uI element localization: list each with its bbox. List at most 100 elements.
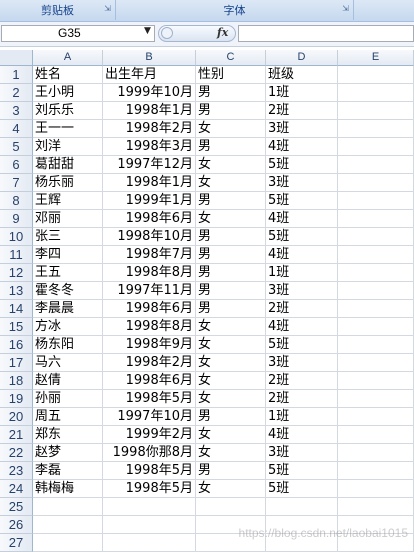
cell-a27[interactable] [33,534,103,552]
cell-d10[interactable]: 5班 [266,228,338,246]
cell-e8[interactable] [338,192,414,210]
cell-e23[interactable] [338,462,414,480]
cell-d14[interactable]: 2班 [266,300,338,318]
cell-d20[interactable]: 1班 [266,408,338,426]
cell-b21[interactable]: 1999年2月 [103,426,196,444]
column-header-c[interactable]: C [196,50,266,66]
cell-e9[interactable] [338,210,414,228]
cell-b23[interactable]: 1998年5月 [103,462,196,480]
cell-c8[interactable]: 男 [196,192,266,210]
cell-d11[interactable]: 4班 [266,246,338,264]
cell-b3[interactable]: 1998年1月 [103,102,196,120]
cell-c20[interactable]: 男 [196,408,266,426]
cell-a26[interactable] [33,516,103,534]
cell-e22[interactable] [338,444,414,462]
cell-e4[interactable] [338,120,414,138]
cell-e25[interactable] [338,498,414,516]
cell-b2[interactable]: 1999年10月 [103,84,196,102]
cell-c6[interactable]: 女 [196,156,266,174]
cell-b22[interactable]: 1998你那8月 [103,444,196,462]
cell-e6[interactable] [338,156,414,174]
cell-e1[interactable] [338,66,414,84]
cell-c2[interactable]: 男 [196,84,266,102]
cell-e13[interactable] [338,282,414,300]
row-header[interactable]: 11 [0,246,33,264]
cell-a22[interactable]: 赵梦 [33,444,103,462]
cell-d25[interactable] [266,498,338,516]
cell-c21[interactable]: 女 [196,426,266,444]
cell-a17[interactable]: 马六 [33,354,103,372]
row-header[interactable]: 13 [0,282,33,300]
row-header[interactable]: 16 [0,336,33,354]
cell-b4[interactable]: 1998年2月 [103,120,196,138]
cell-a21[interactable]: 郑东 [33,426,103,444]
cell-e20[interactable] [338,408,414,426]
cell-e15[interactable] [338,318,414,336]
cell-e5[interactable] [338,138,414,156]
column-header-b[interactable]: B [103,50,196,66]
cell-c25[interactable] [196,498,266,516]
cell-c19[interactable]: 女 [196,390,266,408]
cell-d22[interactable]: 3班 [266,444,338,462]
cell-c15[interactable]: 女 [196,318,266,336]
cell-c11[interactable]: 男 [196,246,266,264]
cell-a10[interactable]: 张三 [33,228,103,246]
row-header[interactable]: 8 [0,192,33,210]
cell-d5[interactable]: 4班 [266,138,338,156]
cell-c16[interactable]: 女 [196,336,266,354]
cell-c9[interactable]: 女 [196,210,266,228]
cell-d18[interactable]: 2班 [266,372,338,390]
cell-c4[interactable]: 女 [196,120,266,138]
cell-b20[interactable]: 1997年10月 [103,408,196,426]
cell-e19[interactable] [338,390,414,408]
row-header[interactable]: 4 [0,120,33,138]
row-header[interactable]: 6 [0,156,33,174]
cell-c13[interactable]: 男 [196,282,266,300]
row-header[interactable]: 20 [0,408,33,426]
cell-a18[interactable]: 赵倩 [33,372,103,390]
cell-b8[interactable]: 1999年1月 [103,192,196,210]
cell-d24[interactable]: 5班 [266,480,338,498]
cell-c12[interactable]: 男 [196,264,266,282]
select-all-corner[interactable] [0,50,33,66]
cell-d3[interactable]: 2班 [266,102,338,120]
cell-b1[interactable]: 出生年月 [103,66,196,84]
column-header-d[interactable]: D [266,50,338,66]
row-header[interactable]: 25 [0,498,33,516]
cell-a20[interactable]: 周五 [33,408,103,426]
cell-a7[interactable]: 杨乐丽 [33,174,103,192]
cell-c5[interactable]: 男 [196,138,266,156]
row-header[interactable]: 2 [0,84,33,102]
cell-a6[interactable]: 葛甜甜 [33,156,103,174]
cell-c14[interactable]: 男 [196,300,266,318]
cell-d12[interactable]: 1班 [266,264,338,282]
cell-c17[interactable]: 女 [196,354,266,372]
cell-e21[interactable] [338,426,414,444]
cell-c23[interactable]: 男 [196,462,266,480]
cell-a14[interactable]: 李晨晨 [33,300,103,318]
cell-e14[interactable] [338,300,414,318]
cell-a12[interactable]: 王五 [33,264,103,282]
cell-b11[interactable]: 1998年7月 [103,246,196,264]
cell-a19[interactable]: 孙丽 [33,390,103,408]
cell-e3[interactable] [338,102,414,120]
cell-e17[interactable] [338,354,414,372]
cell-a16[interactable]: 杨东阳 [33,336,103,354]
cell-a8[interactable]: 王辉 [33,192,103,210]
cell-e10[interactable] [338,228,414,246]
cell-b27[interactable] [103,534,196,552]
cell-a25[interactable] [33,498,103,516]
row-header[interactable]: 26 [0,516,33,534]
column-header-e[interactable]: E [338,50,414,66]
cell-c7[interactable]: 女 [196,174,266,192]
cell-b15[interactable]: 1998年8月 [103,318,196,336]
font-group[interactable]: 字体 ⇲ [116,0,354,20]
cell-b14[interactable]: 1998年6月 [103,300,196,318]
cell-a5[interactable]: 刘洋 [33,138,103,156]
cell-b6[interactable]: 1997年12月 [103,156,196,174]
cell-a1[interactable]: 姓名 [33,66,103,84]
cell-a15[interactable]: 方冰 [33,318,103,336]
next-group[interactable] [354,0,414,20]
cell-d16[interactable]: 5班 [266,336,338,354]
cell-a2[interactable]: 王小明 [33,84,103,102]
